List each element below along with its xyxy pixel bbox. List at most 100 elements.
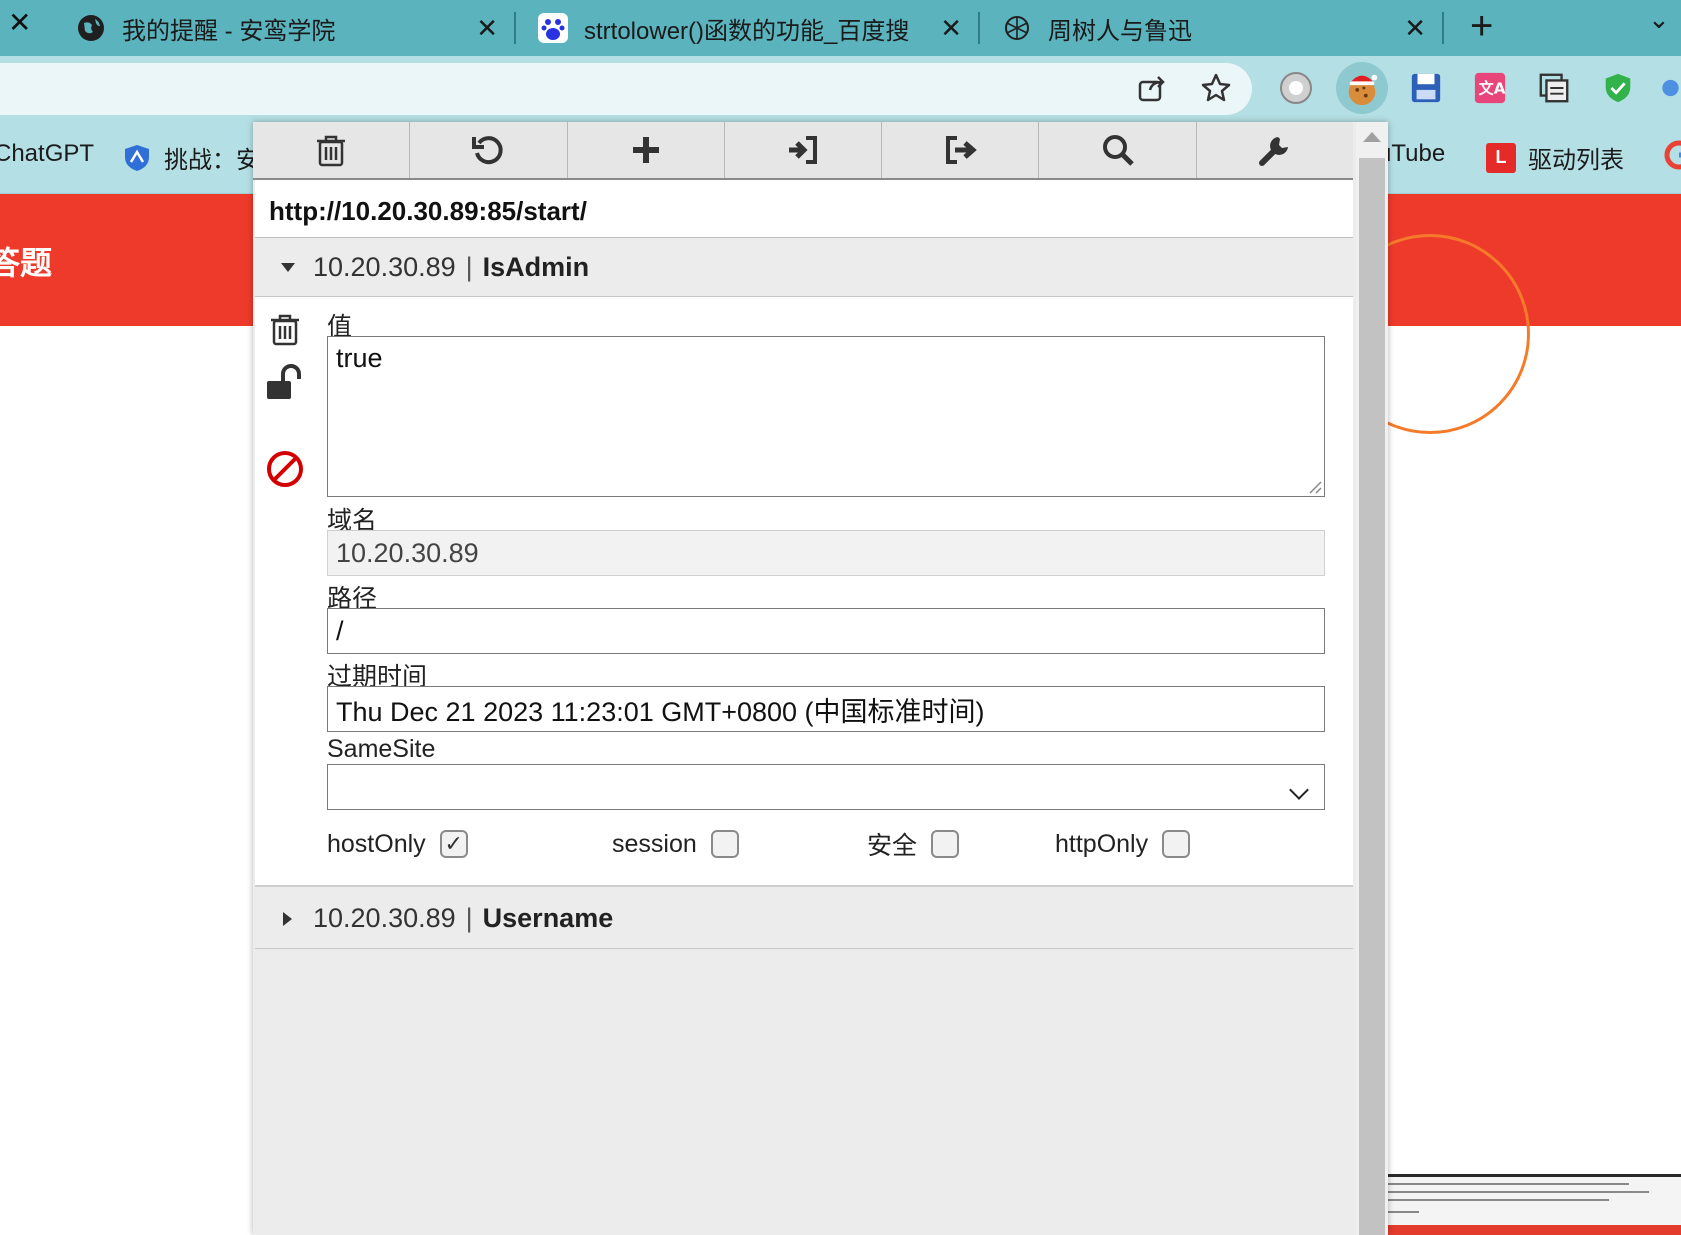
check-icon[interactable]: ✓: [439, 830, 468, 858]
translate-icon[interactable]: 文A: [1470, 68, 1510, 108]
hostonly-checkbox[interactable]: hostOnly ✓: [327, 824, 468, 864]
protect-cookie-button[interactable]: [265, 363, 305, 403]
checkbox-label: hostOnly: [327, 829, 426, 858]
value-textarea[interactable]: true: [327, 336, 1325, 497]
close-icon[interactable]: ✕: [940, 13, 962, 44]
cookie-domain: 10.20.30.89: [313, 252, 456, 282]
import-button[interactable]: [725, 122, 883, 178]
resize-handle-icon[interactable]: [1306, 478, 1322, 494]
samesite-select[interactable]: [327, 764, 1325, 810]
settings-wrench-icon: [1258, 137, 1288, 166]
checkbox-box[interactable]: [710, 830, 739, 858]
bookmark-label: 挑战：安: [164, 147, 260, 174]
checkbox-label: httpOnly: [1055, 829, 1149, 858]
block-cookie-button[interactable]: [265, 449, 305, 489]
bookmark-challenge[interactable]: 挑战：安: [122, 140, 260, 175]
baidu-paw-icon: [538, 13, 568, 43]
tab-anluan[interactable]: 我的提醒 - 安鸾学院 ✕: [52, 0, 514, 56]
chevron-down-icon[interactable]: ⌄: [1648, 4, 1670, 35]
tab-separator: [1442, 12, 1444, 44]
bookmark-youtube[interactable]: uTube: [1378, 140, 1445, 168]
secure-checkbox[interactable]: 安全: [867, 824, 960, 864]
tab-title: 我的提醒 - 安鸾学院: [122, 17, 336, 45]
checkbox-box[interactable]: [931, 830, 960, 858]
close-icon[interactable]: ✕: [1404, 13, 1426, 44]
globe-extension-icon[interactable]: [1276, 68, 1316, 108]
cookie-flags: hostOnly ✓ session 安全 httpOnly: [327, 824, 1325, 864]
settings-button[interactable]: [1197, 122, 1353, 178]
httponly-checkbox[interactable]: httpOnly: [1055, 824, 1191, 864]
cookie-name: IsAdmin: [482, 252, 590, 282]
cookie-editor-popup: http://10.20.30.89:85/start/ 10.20.30.89…: [253, 122, 1388, 1235]
address-bar[interactable]: [0, 63, 1252, 115]
tab-chatgpt[interactable]: 周树人与鲁迅 ✕: [980, 0, 1442, 56]
tab-strip: ✕ 我的提醒 - 安鸾学院 ✕ strtolower()函数的功能_百度搜 ✕ …: [0, 0, 1681, 56]
import-icon: [788, 136, 817, 164]
new-tab-button[interactable]: +: [1470, 4, 1493, 49]
svg-text:文A: 文A: [1479, 80, 1506, 98]
checkbox-label: session: [612, 829, 697, 858]
path-value: /: [336, 615, 344, 646]
close-icon[interactable]: ✕: [476, 13, 498, 44]
checkbox-box[interactable]: [1162, 830, 1191, 858]
refresh-icon: [472, 136, 504, 165]
caret-right-icon: [281, 911, 295, 926]
bookmark-label: uTube: [1378, 140, 1446, 167]
save-icon[interactable]: [1406, 68, 1446, 108]
session-checkbox[interactable]: session: [612, 824, 739, 864]
export-icon: [946, 136, 978, 164]
block-icon: [267, 451, 303, 487]
cookie-header-isadmin[interactable]: 10.20.30.89 | IsAdmin: [255, 239, 1353, 297]
shield-check-icon[interactable]: [1598, 68, 1638, 108]
domain-field: 10.20.30.89: [327, 530, 1325, 576]
scrollbar-thumb[interactable]: [1359, 158, 1385, 1235]
trash-icon: [271, 314, 299, 346]
bookmark-label: 驱动列表: [1528, 147, 1624, 174]
cookie-header-username[interactable]: 10.20.30.89 | Username: [255, 889, 1353, 949]
expires-field[interactable]: Thu Dec 21 2023 11:23:01 GMT+0800 (中国标准时…: [327, 686, 1325, 732]
popup-scrollbar[interactable]: [1356, 122, 1388, 1235]
bookmark-driver-list[interactable]: L 驱动列表: [1486, 140, 1624, 175]
expires-value: Thu Dec 21 2023 11:23:01 GMT+0800 (中国标准时…: [336, 696, 985, 727]
tab-title: 周树人与鲁迅: [1048, 17, 1192, 45]
star-icon[interactable]: [1200, 72, 1232, 112]
delete-cookie-button[interactable]: [265, 309, 305, 349]
domain-value: 10.20.30.89: [336, 537, 479, 568]
chatgpt-icon: [1002, 13, 1032, 43]
value-text: true: [336, 343, 383, 373]
caret-down-icon: [281, 262, 295, 273]
cookie-editor-toolbar: [253, 122, 1353, 180]
delete-all-button[interactable]: [253, 122, 411, 178]
bookmark-google[interactable]: [1664, 140, 1681, 170]
cookie-detail-panel: 值 true 域名 10.20.30.89 路径 / 过期时间 Thu Dec …: [255, 297, 1353, 887]
tab-title: strtolower()函数的功能_百度搜: [584, 17, 910, 45]
separator: |: [465, 252, 473, 282]
search-icon: [1102, 135, 1134, 166]
search-button[interactable]: [1039, 122, 1197, 178]
samesite-label: SameSite: [327, 735, 436, 763]
l-logo-icon: L: [1486, 142, 1516, 173]
share-icon[interactable]: [1136, 72, 1168, 112]
shield-icon: [122, 143, 152, 173]
close-icon[interactable]: ✕: [8, 6, 31, 39]
cookie-domain: 10.20.30.89: [313, 903, 456, 933]
globe-icon: [76, 13, 106, 43]
current-url: http://10.20.30.89:85/start/: [255, 180, 1353, 238]
export-button[interactable]: [882, 122, 1040, 178]
scroll-up-arrow-icon[interactable]: [1363, 132, 1381, 142]
cookie-editor-icon[interactable]: [1336, 62, 1388, 114]
checkbox-label: 安全: [867, 832, 918, 860]
add-cookie-button[interactable]: [568, 122, 725, 178]
path-field[interactable]: /: [327, 608, 1325, 654]
banner-title: 答题: [0, 245, 53, 281]
cookie-name: Username: [482, 903, 614, 933]
bookmark-chatgpt[interactable]: ChatGPT: [0, 140, 94, 168]
tab-baidu[interactable]: strtolower()函数的功能_百度搜 ✕: [516, 0, 978, 56]
separator: |: [465, 903, 473, 933]
unlock-icon: [267, 364, 301, 399]
puzzle-icon[interactable]: [1660, 68, 1681, 108]
refresh-button[interactable]: [410, 122, 568, 178]
bookmark-label: ChatGPT: [0, 140, 95, 167]
tab-manager-icon[interactable]: [1534, 68, 1574, 108]
browser-toolbar: 文A: [0, 56, 1681, 122]
